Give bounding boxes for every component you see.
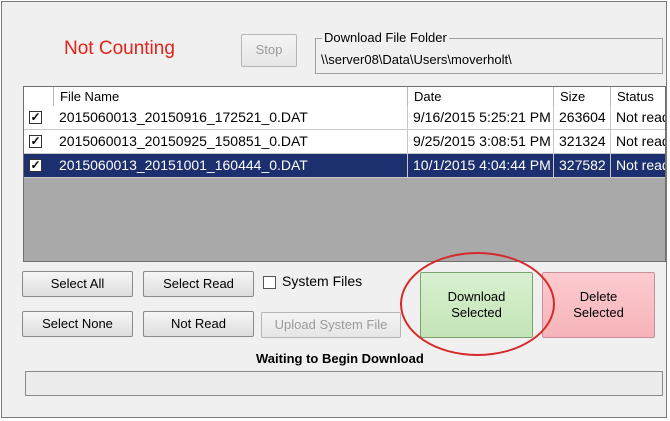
cell-file-name: 2015060013_20150916_172521_0.DAT	[54, 106, 408, 129]
row-checkbox[interactable]: ✓	[29, 135, 42, 148]
upload-system-file-button[interactable]: Upload System File	[261, 312, 401, 338]
download-folder-path: \\server08\Data\Users\moverholt\	[321, 52, 512, 67]
table-row[interactable]: ✓ 2015060013_20151001_160444_0.DAT 10/1/20…	[24, 154, 665, 178]
download-window: Not Counting Stop Download File Folder \…	[1, 1, 667, 418]
column-size[interactable]: Size	[554, 87, 611, 106]
row-checkbox[interactable]: ✓	[29, 111, 42, 124]
cell-file-name: 2015060013_20151001_160444_0.DAT	[54, 154, 408, 177]
row-checkbox[interactable]: ✓	[29, 159, 42, 172]
checkmark-icon: ✓	[30, 158, 41, 172]
delete-selected-label-line1: Delete	[579, 288, 618, 304]
cell-status: Not read	[616, 109, 666, 125]
checkmark-icon: ✓	[30, 134, 41, 148]
download-selected-label-line2: Selected	[451, 305, 502, 320]
column-status[interactable]: Status	[611, 87, 665, 106]
cell-date: 9/16/2015 5:25:21 PM	[408, 106, 554, 129]
system-files-label: System Files	[282, 273, 363, 289]
select-none-button[interactable]: Select None	[22, 311, 133, 337]
column-file-name[interactable]: File Name	[54, 87, 408, 106]
download-selected-label-line1: Download	[447, 288, 506, 304]
cell-date: 10/1/2015 4:04:44 PM	[408, 154, 554, 177]
select-read-button[interactable]: Select Read	[143, 271, 254, 297]
download-selected-button[interactable]: Download Selected	[420, 272, 533, 338]
cell-status: Not read	[616, 133, 666, 149]
cell-date: 9/25/2015 3:08:51 PM	[408, 130, 554, 153]
cell-status: Not read	[616, 157, 666, 173]
cell-file-name: 2015060013_20150925_150851_0.DAT	[54, 130, 408, 153]
stop-button[interactable]: Stop	[241, 34, 297, 67]
table-row[interactable]: ✓ 2015060013_20150925_150851_0.DAT 9/25/20…	[24, 130, 665, 154]
column-check	[24, 87, 54, 106]
delete-selected-button[interactable]: Delete Selected	[542, 272, 655, 338]
cell-size: 327582	[554, 154, 611, 177]
download-folder-title: Download File Folder	[322, 30, 449, 46]
select-all-button[interactable]: Select All	[22, 271, 133, 297]
system-files-checkbox[interactable]	[263, 276, 276, 289]
file-list-header: File Name Date Size Status	[24, 87, 665, 107]
delete-selected-label-line2: Selected	[573, 305, 624, 320]
download-progress-bar	[25, 371, 663, 396]
checkmark-icon: ✓	[30, 110, 41, 124]
cell-size: 263604	[554, 106, 611, 129]
download-folder-group: Download File Folder \\server08\Data\Use…	[315, 30, 663, 74]
file-list[interactable]: File Name Date Size Status ✓ 2015060013_2…	[23, 86, 666, 262]
cell-size: 321324	[554, 130, 611, 153]
counting-status: Not Counting	[64, 38, 175, 59]
download-status-text: Waiting to Begin Download	[256, 351, 424, 366]
table-row[interactable]: ✓ 2015060013_20150916_172521_0.DAT 9/16/20…	[24, 106, 665, 130]
not-read-button[interactable]: Not Read	[143, 311, 254, 337]
column-date[interactable]: Date	[408, 87, 554, 106]
